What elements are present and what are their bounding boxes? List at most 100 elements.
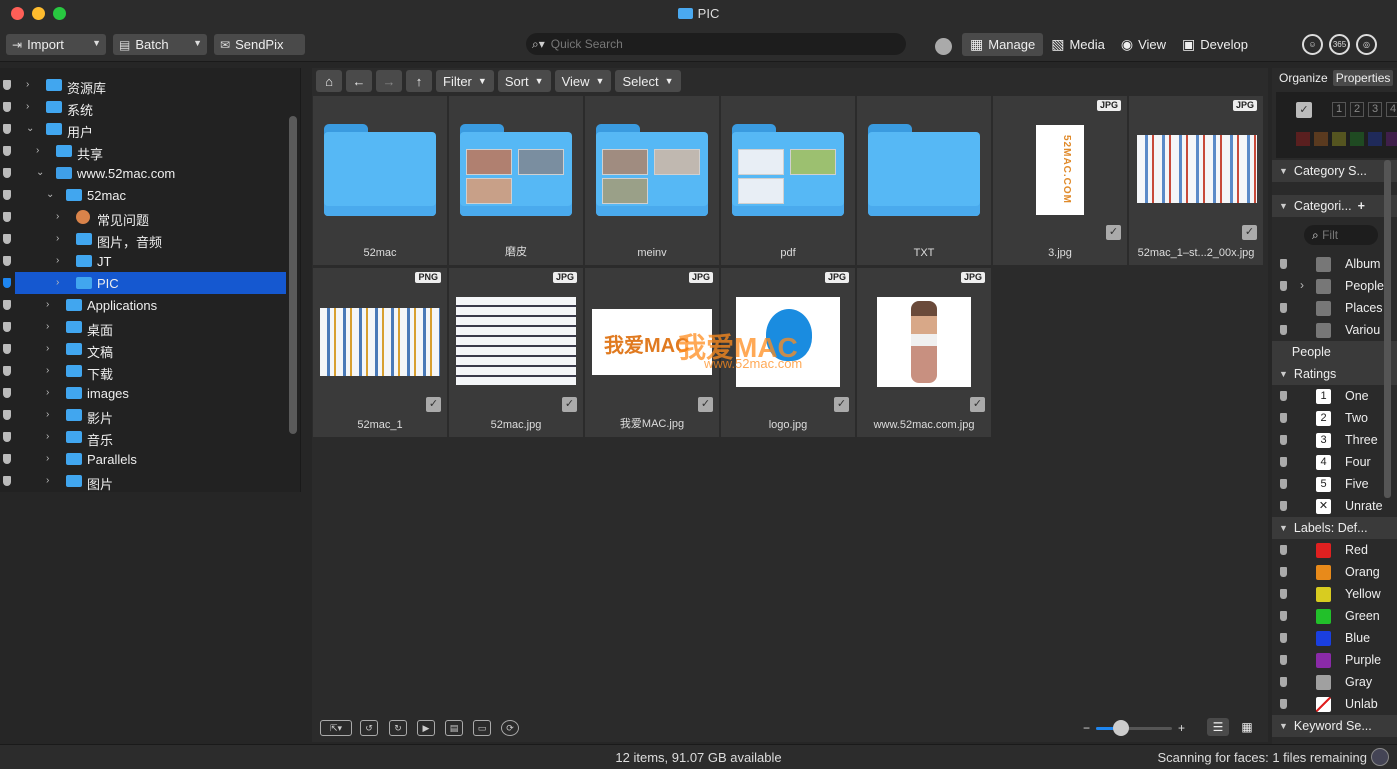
tree-item-shared[interactable]: › 共享	[0, 140, 286, 162]
sync-icon[interactable]: ⟳	[501, 720, 519, 736]
ratings-header[interactable]: ▼ Ratings	[1272, 363, 1397, 385]
panel-scrollbar[interactable]	[1384, 160, 1391, 498]
tree-item-jt[interactable]: › JT	[0, 250, 286, 272]
category-checkbox[interactable]	[1316, 301, 1331, 316]
category-checkbox[interactable]	[1316, 323, 1331, 338]
back-button[interactable]: ←	[346, 70, 372, 92]
sidebar-scrollbar[interactable]	[289, 116, 297, 434]
zoom-slider[interactable]	[1096, 719, 1173, 736]
tree-item-52mac[interactable]: ⌄ 52mac	[0, 184, 286, 206]
file-cell-meinv[interactable]: meinv	[585, 96, 719, 265]
file-cell-3jpg[interactable]: JPG 52MAC.COM ✓ 3.jpg	[993, 96, 1127, 265]
file-cell-52mac1-png[interactable]: PNG ✓ 52mac_1	[313, 268, 447, 437]
tree-item-library[interactable]: › 资源库	[0, 74, 286, 96]
mode-media[interactable]: ▧ Media	[1043, 33, 1113, 56]
file-cell-www52mac[interactable]: JPG ✓ www.52mac.com.jpg	[857, 268, 991, 437]
mode-view[interactable]: ◉ View	[1113, 33, 1174, 56]
rating-two[interactable]: 2 Two	[1272, 407, 1397, 429]
categories-header[interactable]: ▼ Categori... +	[1272, 195, 1397, 217]
checkmark-icon[interactable]: ✓	[1296, 102, 1312, 118]
tree-item-users[interactable]: ⌄ 用户	[0, 118, 286, 140]
user-account-icon[interactable]	[935, 38, 952, 55]
filter-button[interactable]: Filter ▼	[436, 70, 494, 92]
rotate-left-icon[interactable]: ↺	[360, 720, 378, 736]
checkmark-icon[interactable]: ✓	[426, 397, 441, 412]
label-yellow-swatch[interactable]	[1332, 132, 1346, 146]
view-button[interactable]: View ▼	[554, 70, 612, 92]
label-green[interactable]: Green	[1272, 605, 1397, 627]
365-icon[interactable]: 365	[1329, 34, 1350, 55]
category-album[interactable]: Album	[1272, 253, 1397, 275]
select-button[interactable]: Select ▼	[615, 70, 681, 92]
import-button[interactable]: ⇥ Import ▼	[6, 34, 106, 55]
rating-unrated[interactable]: ✕ Unrate	[1272, 495, 1397, 517]
people-header[interactable]: ▶People	[1272, 341, 1397, 363]
tree-item-downloads[interactable]: › 下载	[0, 360, 286, 382]
keyword-set-header[interactable]: ▼ Keyword Se...	[1272, 715, 1397, 737]
checkmark-icon[interactable]: ✓	[698, 397, 713, 412]
contact-sheet-icon[interactable]: ▤	[445, 720, 463, 736]
category-people[interactable]: › People	[1272, 275, 1397, 297]
category-places[interactable]: Places	[1272, 297, 1397, 319]
visibility-icon[interactable]: ◎	[1356, 34, 1377, 55]
category-set-header[interactable]: ▼ Category S...	[1272, 160, 1397, 182]
batch-button[interactable]: ▤ Batch ▼	[113, 34, 207, 55]
rating-3-button[interactable]: 3	[1368, 102, 1382, 117]
faces-icon[interactable]: ☺	[1302, 34, 1323, 55]
label-red[interactable]: Red	[1272, 539, 1397, 561]
label-purple[interactable]: Purple	[1272, 649, 1397, 671]
label-yellow[interactable]: Yellow	[1272, 583, 1397, 605]
zoom-out-button[interactable]: −	[1083, 721, 1090, 735]
add-category-icon[interactable]: +	[1358, 199, 1365, 213]
rating-one[interactable]: 1 One	[1272, 385, 1397, 407]
file-cell-52mac1-st[interactable]: JPG ✓ 52mac_1–st...2_00x.jpg	[1129, 96, 1263, 265]
list-view-button[interactable]: ☰	[1207, 718, 1229, 736]
category-checkbox[interactable]	[1316, 279, 1331, 294]
file-cell-52mac[interactable]: 52mac	[313, 96, 447, 265]
category-checkbox[interactable]	[1316, 257, 1331, 272]
tree-item-system[interactable]: › 系统	[0, 96, 286, 118]
quick-search-input[interactable]: ⌕▾ Quick Search	[526, 33, 906, 55]
rating-three[interactable]: 3 Three	[1272, 429, 1397, 451]
home-button[interactable]: ⌂	[316, 70, 342, 92]
category-various[interactable]: Variou	[1272, 319, 1397, 341]
checkmark-icon[interactable]: ✓	[834, 397, 849, 412]
tree-item-pictures-audio[interactable]: › 图片，音频	[0, 228, 286, 250]
mode-manage[interactable]: ▦ Manage	[962, 33, 1044, 56]
zoom-in-button[interactable]: +	[1178, 721, 1185, 735]
label-blue-swatch[interactable]	[1368, 132, 1382, 146]
tree-item-movies[interactable]: › 影片	[0, 404, 286, 426]
rating-2-button[interactable]: 2	[1350, 102, 1364, 117]
up-button[interactable]: ↑	[406, 70, 432, 92]
tree-item-images[interactable]: › images	[0, 382, 286, 404]
label-orange-swatch[interactable]	[1314, 132, 1328, 146]
file-cell-mopi[interactable]: 磨皮	[449, 96, 583, 265]
tree-item-parallels[interactable]: › Parallels	[0, 448, 286, 470]
slideshow-icon[interactable]: ▶	[417, 720, 435, 736]
file-cell-pdf[interactable]: pdf	[721, 96, 855, 265]
category-filter-input[interactable]: ⌕ Filt	[1304, 225, 1378, 245]
file-cell-txt[interactable]: TXT	[857, 96, 991, 265]
share-icon[interactable]: ⇱▾	[320, 720, 352, 736]
tree-item-documents[interactable]: › 文稿	[0, 338, 286, 360]
tree-item-pictures[interactable]: › 图片	[0, 470, 286, 492]
label-orange[interactable]: Orang	[1272, 561, 1397, 583]
tree-item-applications[interactable]: › Applications	[0, 294, 286, 316]
tree-item-home[interactable]: ⌄ www.52mac.com	[0, 162, 286, 184]
rotate-right-icon[interactable]: ↻	[389, 720, 407, 736]
tab-properties[interactable]: Properties	[1332, 70, 1394, 86]
rating-five[interactable]: 5 Five	[1272, 473, 1397, 495]
sendpix-button[interactable]: ✉ SendPix	[214, 34, 305, 55]
tree-item-pic[interactable]: › PIC	[3, 272, 286, 294]
rating-4-button[interactable]: 4	[1386, 102, 1397, 117]
mode-develop[interactable]: ▣ Develop	[1174, 33, 1256, 56]
tab-organize[interactable]: Organize	[1276, 70, 1331, 86]
tree-item-desktop[interactable]: › 桌面	[0, 316, 286, 338]
preview-icon[interactable]: ▭	[473, 720, 491, 736]
label-blue[interactable]: Blue	[1272, 627, 1397, 649]
zoom-slider-handle[interactable]	[1113, 719, 1130, 736]
forward-button[interactable]: →	[376, 70, 402, 92]
rating-four[interactable]: 4 Four	[1272, 451, 1397, 473]
label-red-swatch[interactable]	[1296, 132, 1310, 146]
sort-button[interactable]: Sort ▼	[497, 70, 551, 92]
